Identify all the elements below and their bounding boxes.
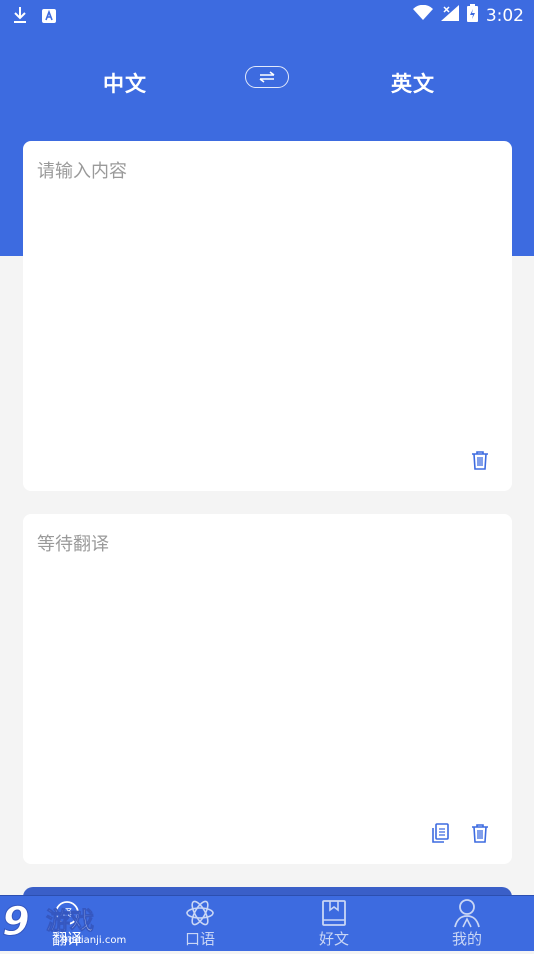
tab-articles[interactable]: 好文 [294,896,374,951]
signal-icon [440,5,459,26]
clock: 3:02 [485,5,524,26]
status-bar: 3:02 [0,0,534,30]
translate-icon: 译 [54,898,80,928]
input-placeholder[interactable]: 请输入内容 [37,157,127,183]
copy-button[interactable] [429,822,451,844]
bookmark-icon [322,898,346,928]
battery-icon [466,4,478,27]
atom-icon [185,898,215,928]
tab-speaking[interactable]: 口语 [160,896,240,951]
target-language[interactable]: 英文 [391,68,435,98]
source-language[interactable]: 中文 [103,68,147,98]
wifi-icon [412,4,433,26]
output-placeholder: 等待翻译 [37,534,109,555]
clear-output-button[interactable] [469,822,491,844]
language-bar: 中文 英文 [0,56,534,106]
tab-profile[interactable]: 我的 [427,896,507,951]
app-notification-icon [42,8,56,27]
swap-icon [259,71,275,83]
tab-label: 口语 [184,930,215,948]
swap-languages-button[interactable] [245,66,289,88]
tab-label: 翻译 [51,930,82,948]
tab-translate[interactable]: 译 翻译 [27,896,107,951]
input-card[interactable]: 请输入内容 [23,141,512,491]
svg-text:译: 译 [62,907,73,920]
trash-icon [472,824,488,843]
trash-icon [472,451,488,470]
tab-label: 好文 [318,930,349,948]
bottom-tab-bar: 译 翻译 口语 好文 我的 [0,895,534,951]
tab-label: 我的 [451,930,482,948]
output-card: 等待翻译 [23,514,512,864]
profile-icon [453,898,481,928]
download-icon [12,6,28,28]
copy-icon [432,823,449,843]
clear-input-button[interactable] [469,449,491,471]
